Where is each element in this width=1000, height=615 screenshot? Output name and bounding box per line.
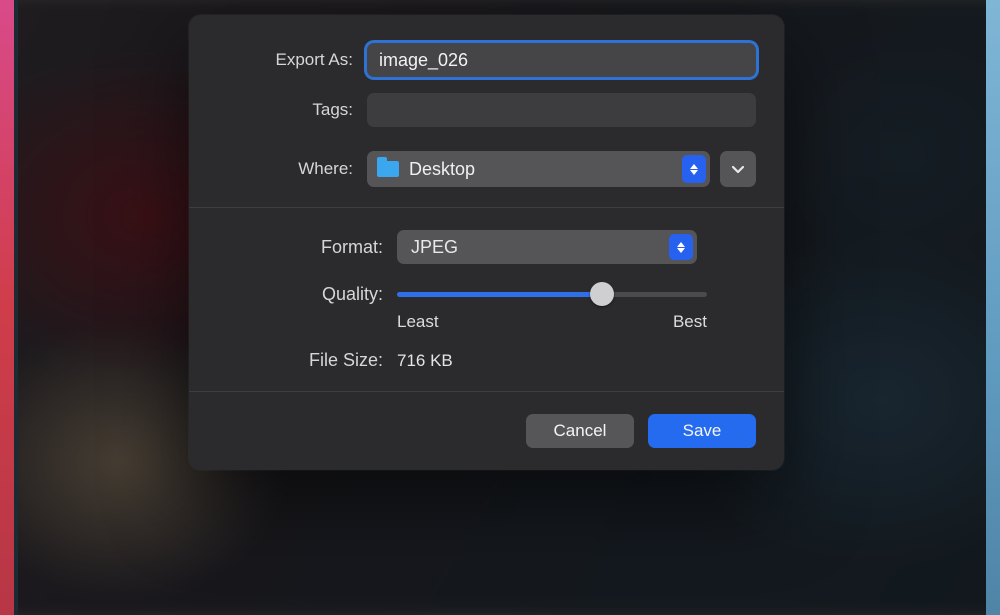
dialog-buttons: Cancel Save xyxy=(217,414,756,448)
quality-scale-labels: Least Best xyxy=(397,312,707,332)
format-select[interactable]: JPEG xyxy=(397,230,697,264)
disclosure-button[interactable] xyxy=(720,151,756,187)
tags-input[interactable] xyxy=(367,93,756,127)
stepper-arrows-icon xyxy=(669,234,693,260)
export-as-label: Export As: xyxy=(217,50,367,70)
slider-track xyxy=(397,292,707,297)
save-button[interactable]: Save xyxy=(648,414,756,448)
slider-track-fill xyxy=(397,292,602,297)
export-as-row: Export As: xyxy=(217,43,756,77)
tags-label: Tags: xyxy=(217,100,367,120)
quality-min-label: Least xyxy=(397,312,439,332)
window-edge-right xyxy=(986,0,1000,615)
cancel-button[interactable]: Cancel xyxy=(526,414,634,448)
divider xyxy=(189,391,784,392)
chevron-down-icon xyxy=(731,162,745,176)
quality-row: Quality: xyxy=(217,280,756,308)
window-edge-left xyxy=(0,0,14,615)
folder-icon xyxy=(377,161,399,177)
where-label: Where: xyxy=(217,159,367,179)
tags-row: Tags: xyxy=(217,93,756,127)
file-size-row: File Size: 716 KB xyxy=(217,350,756,371)
format-selected-value: JPEG xyxy=(411,237,458,258)
format-row: Format: JPEG xyxy=(217,230,756,264)
file-size-label: File Size: xyxy=(217,350,397,371)
quality-label: Quality: xyxy=(217,284,397,305)
divider xyxy=(189,207,784,208)
where-select[interactable]: Desktop xyxy=(367,151,710,187)
slider-thumb[interactable] xyxy=(590,282,614,306)
quality-slider[interactable] xyxy=(397,280,756,308)
where-selected-value: Desktop xyxy=(409,159,475,180)
quality-max-label: Best xyxy=(673,312,707,332)
stepper-arrows-icon xyxy=(682,155,706,183)
export-as-input[interactable] xyxy=(367,43,756,77)
format-label: Format: xyxy=(217,237,397,258)
file-size-value: 716 KB xyxy=(397,351,453,371)
where-row: Where: Desktop xyxy=(217,151,756,187)
export-dialog: Export As: Tags: Where: Desktop Format: xyxy=(189,15,784,470)
